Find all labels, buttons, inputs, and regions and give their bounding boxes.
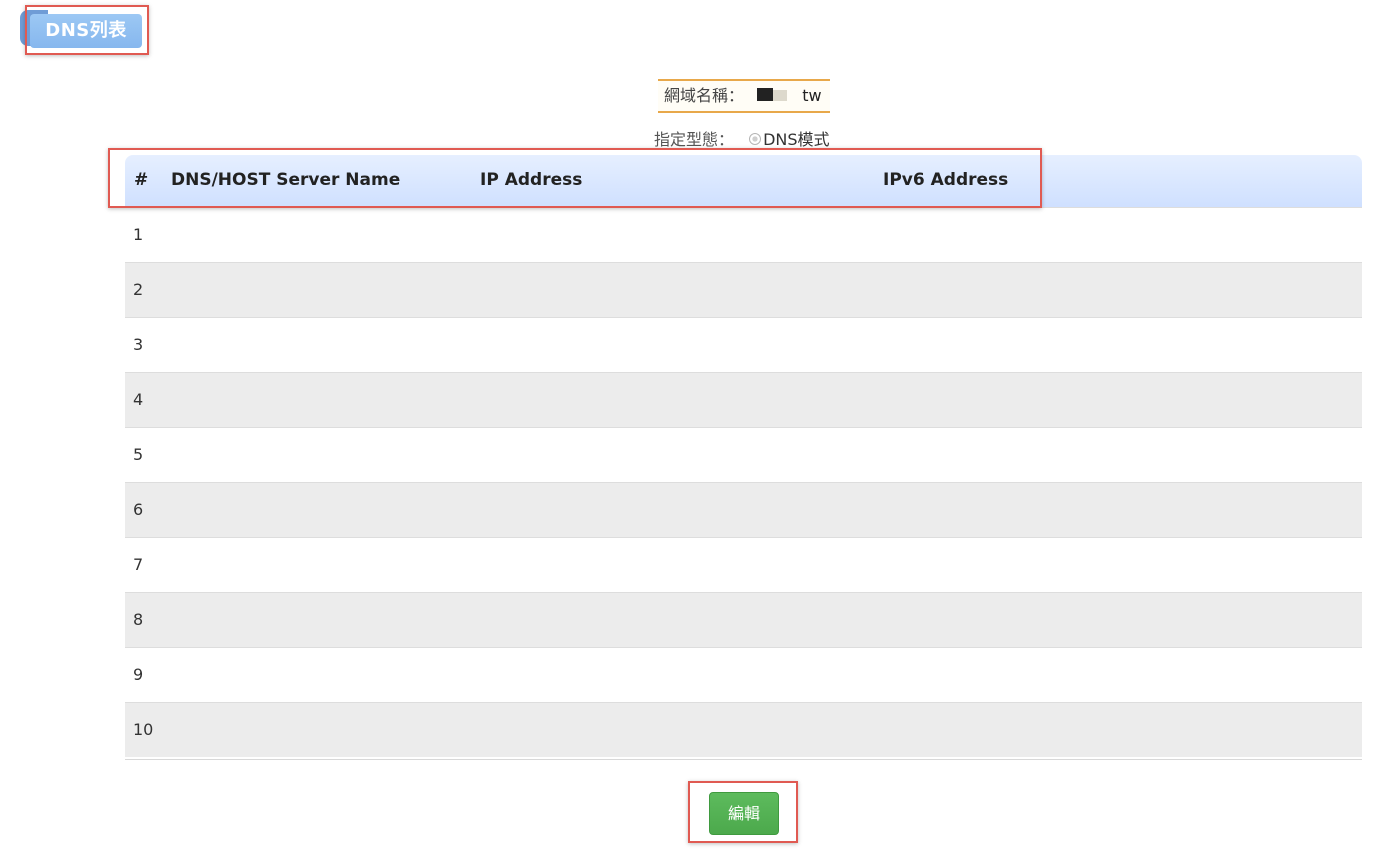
table-row: 5 <box>125 427 1362 482</box>
row-number: 6 <box>133 500 144 519</box>
table-row: 9 <box>125 647 1362 702</box>
domain-name-box: 網域名稱： tw <box>658 79 830 113</box>
table-row: 1 <box>125 207 1362 262</box>
table-row: 10 <box>125 702 1362 757</box>
tab-highlight-box <box>25 5 149 55</box>
table-header-highlight-box <box>108 148 1042 208</box>
row-number: 8 <box>133 610 144 629</box>
table-row: 3 <box>125 317 1362 372</box>
redacted-mask <box>757 87 789 102</box>
row-number: 1 <box>133 225 144 244</box>
row-number: 4 <box>133 390 144 409</box>
table-row: 2 <box>125 262 1362 317</box>
row-number: 9 <box>133 665 144 684</box>
edit-button-highlight-box <box>688 781 798 843</box>
page: DNS列表 網域名稱： tw 指定型態： DNS模式 # DNS/HOST Se… <box>0 0 1400 850</box>
radio-selected-icon[interactable] <box>749 132 762 145</box>
table-row: 6 <box>125 482 1362 537</box>
row-number: 3 <box>133 335 144 354</box>
assign-type-line: 指定型態： DNS模式 <box>654 126 830 150</box>
table-row: 7 <box>125 537 1362 592</box>
assign-type-value: DNS模式 <box>763 130 830 149</box>
row-number: 5 <box>133 445 144 464</box>
dns-table: # DNS/HOST Server Name IP Address IPv6 A… <box>125 155 1362 760</box>
row-number: 7 <box>133 555 144 574</box>
domain-name-label: 網域名稱： <box>664 86 745 105</box>
table-row: 4 <box>125 372 1362 427</box>
assign-type-label: 指定型態： <box>654 130 735 149</box>
row-number: 2 <box>133 280 144 299</box>
domain-name-value: tw <box>802 86 822 105</box>
row-number: 10 <box>133 720 154 739</box>
table-row: 8 <box>125 592 1362 647</box>
